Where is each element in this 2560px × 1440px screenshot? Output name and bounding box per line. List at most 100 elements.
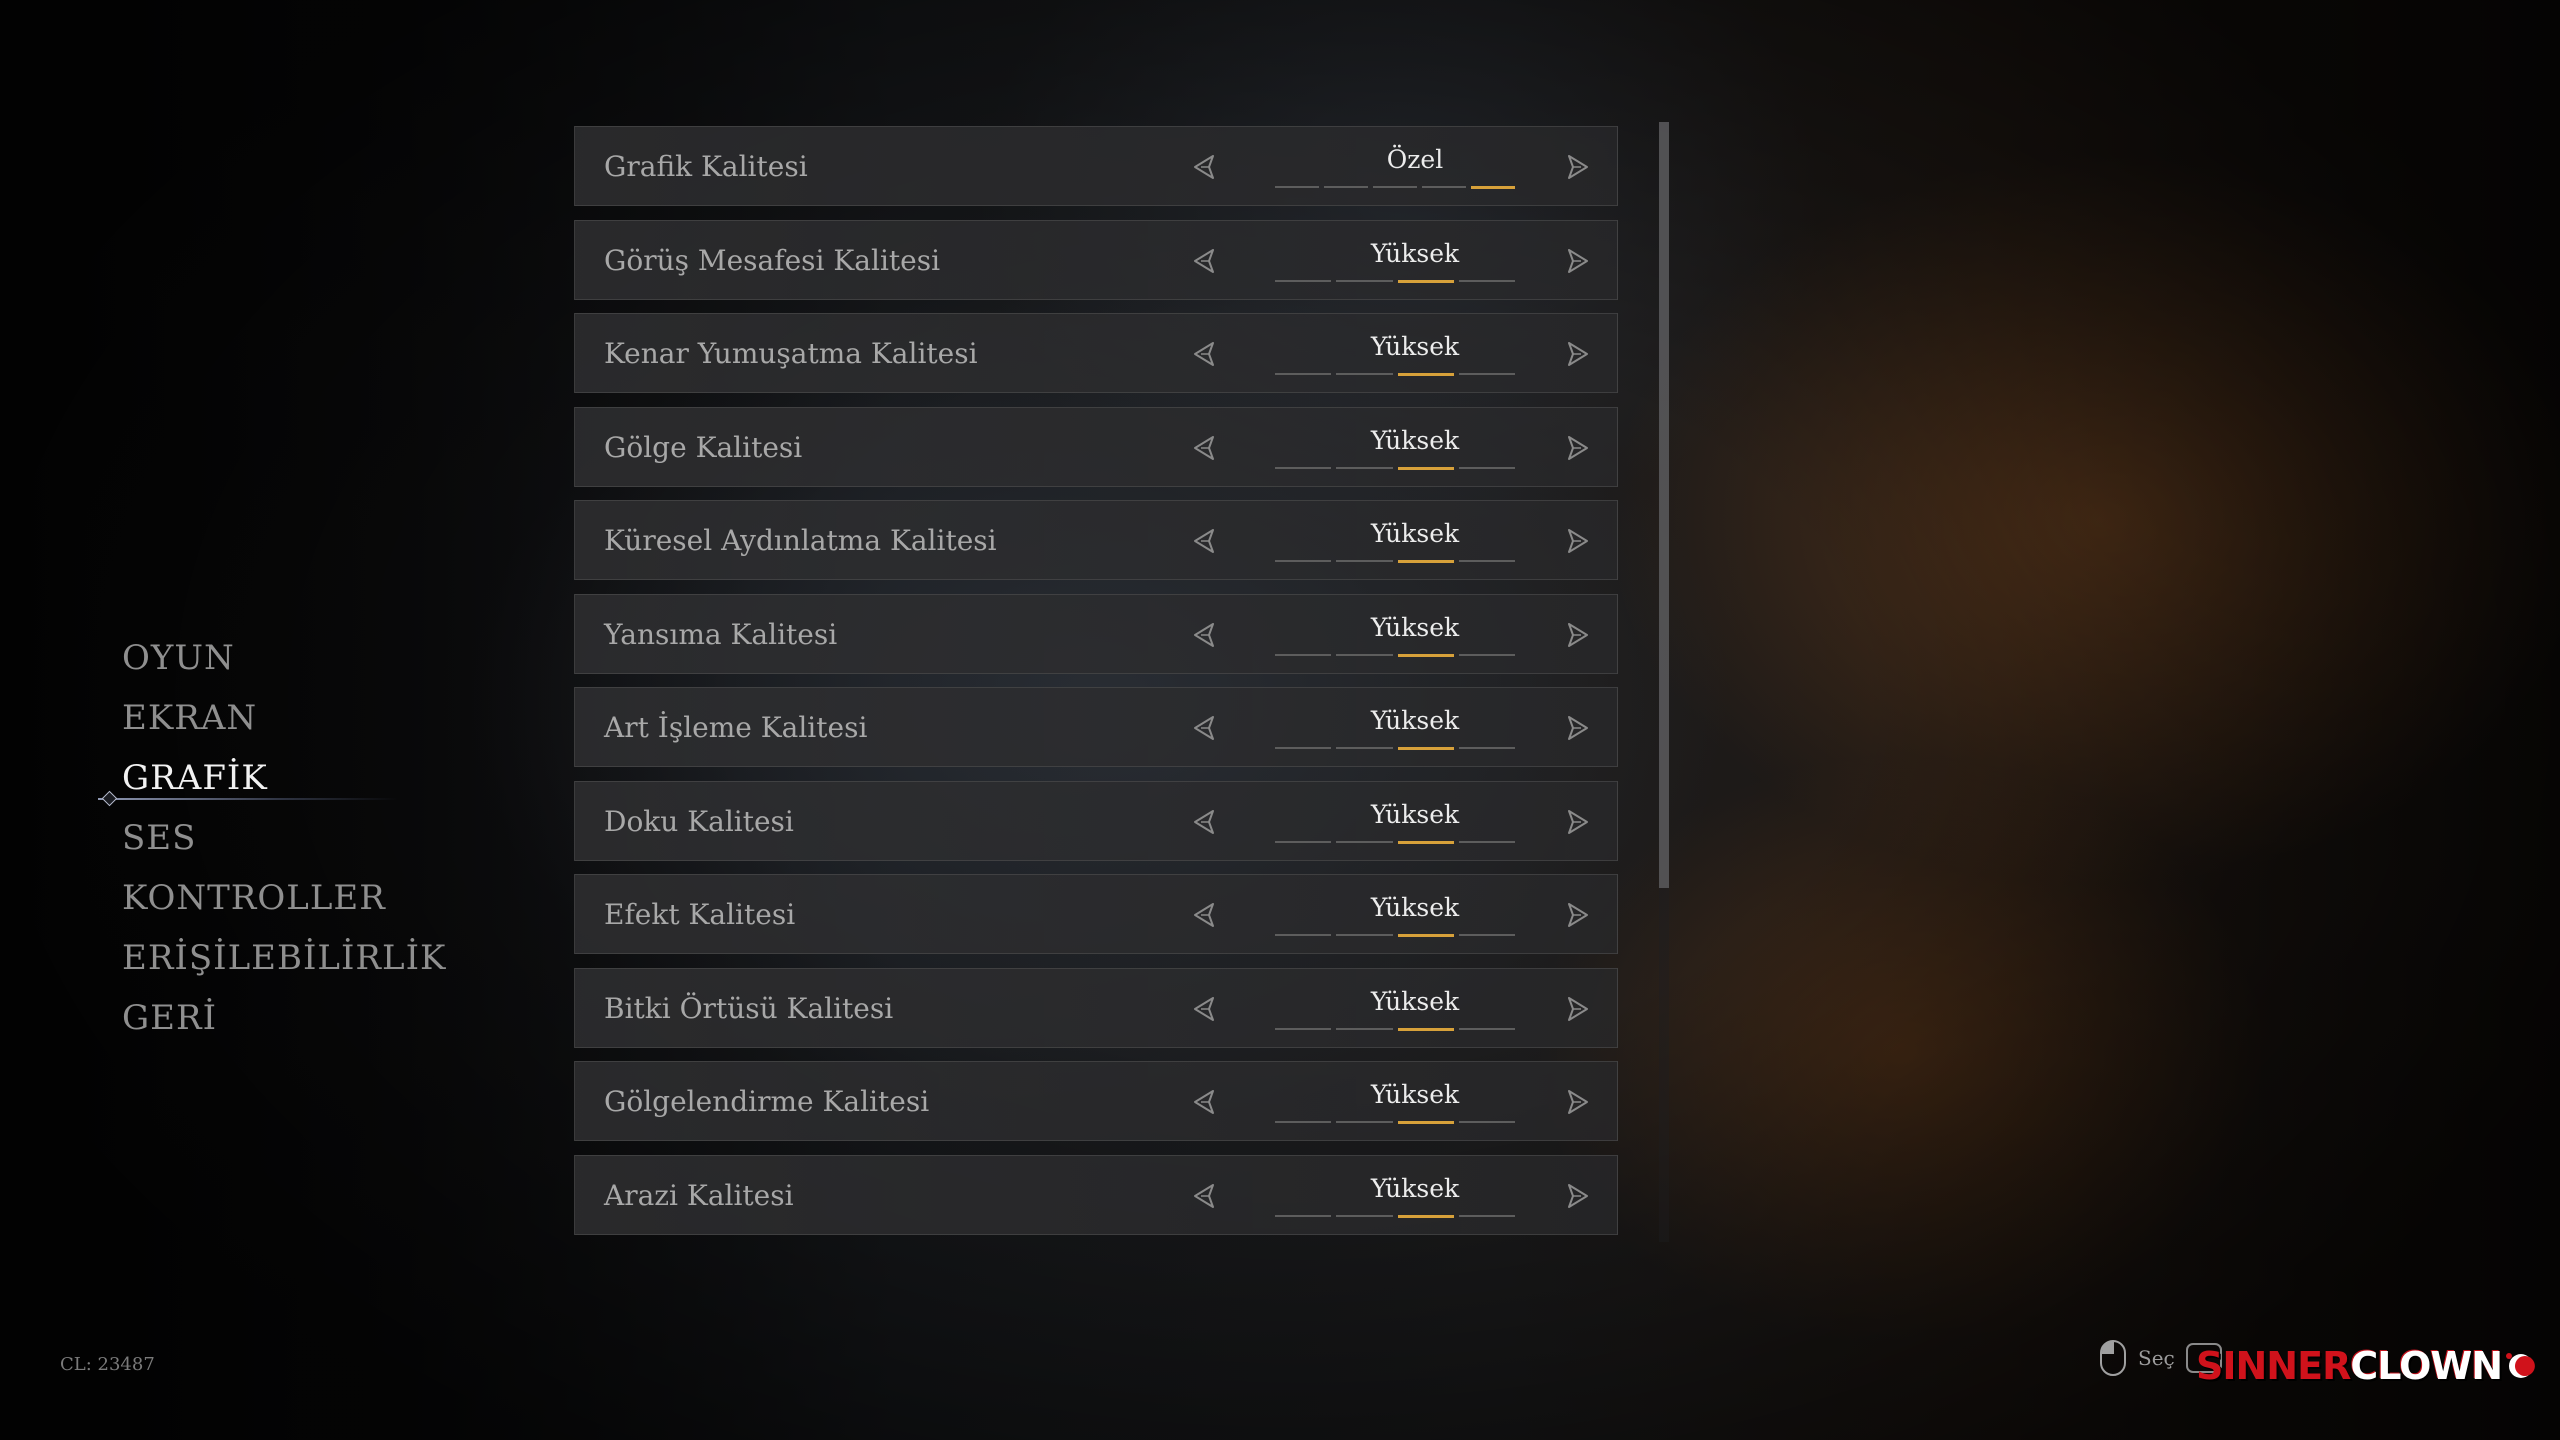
level-segment (1324, 186, 1368, 188)
level-segment (1275, 1121, 1332, 1123)
setting-label: Gölgelendirme Kalitesi (604, 1085, 930, 1118)
level-segment (1397, 560, 1454, 563)
chevron-right-icon[interactable] (1559, 431, 1593, 465)
graphics-settings-list: Grafik Kalitesi Özel Görüş Mesafesi Kalite… (574, 126, 1618, 1248)
setting-label: Doku Kalitesi (604, 804, 794, 838)
level-segment (1336, 279, 1393, 282)
chevron-right-icon[interactable] (1559, 1179, 1593, 1213)
chevron-left-icon[interactable] (1189, 244, 1223, 278)
watermark-logo: SINNER CLOWN (2196, 1330, 2536, 1402)
setting-row[interactable]: Efekt Kalitesi Yüksek (574, 874, 1618, 954)
level-segment (1275, 653, 1332, 656)
level-segment (1397, 279, 1454, 283)
level-segment (1397, 1027, 1454, 1031)
chevron-left-icon[interactable] (1189, 618, 1223, 652)
level-segment (1275, 747, 1332, 749)
chevron-right-icon[interactable] (1559, 1085, 1593, 1119)
setting-level-indicator (1275, 747, 1515, 750)
setting-row[interactable]: Art İşleme Kalitesi Yüksek (574, 687, 1618, 767)
setting-row[interactable]: Doku Kalitesi Yüksek (574, 780, 1618, 861)
setting-row[interactable]: Gölge Kalitesi Yüksek (574, 406, 1618, 487)
chevron-right-icon[interactable] (1559, 150, 1593, 184)
chevron-right-icon[interactable] (1559, 711, 1593, 745)
chevron-left-icon[interactable] (1189, 524, 1223, 558)
level-segment (1458, 1121, 1515, 1123)
nav-item-erisilebilirlik[interactable]: ERİŞİLEBİLİRLİK (122, 928, 482, 988)
chevron-left-icon[interactable] (1189, 711, 1223, 745)
setting-row[interactable]: Gölgelendirme Kalitesi Yüksek (574, 1061, 1618, 1141)
setting-row[interactable]: Arazi Kalitesi Yüksek (574, 1154, 1618, 1235)
level-segment (1336, 1027, 1393, 1030)
nav-item-kontroller[interactable]: KONTROLLER (122, 868, 482, 928)
level-segment (1397, 934, 1454, 937)
setting-label: Küresel Aydınlatma Kalitesi (604, 524, 997, 557)
chevron-right-icon[interactable] (1559, 805, 1593, 839)
nav-item-ekran[interactable]: EKRAN (122, 688, 482, 748)
level-segment (1397, 747, 1454, 750)
setting-level-indicator (1275, 840, 1515, 844)
setting-value: Yüksek (1370, 1080, 1460, 1109)
logo-crescent-icon (2506, 1353, 2536, 1378)
level-segment (1397, 1214, 1454, 1218)
setting-value: Özel (1386, 145, 1444, 174)
level-segment (1336, 747, 1393, 749)
settings-nav: OYUN EKRAN GRAFİK SES KONTROLLER ERİŞİLE… (98, 628, 482, 1048)
chevron-right-icon[interactable] (1559, 244, 1593, 278)
level-segment (1275, 186, 1319, 188)
level-segment (1397, 653, 1454, 657)
chevron-right-icon[interactable] (1559, 337, 1593, 371)
chevron-left-icon[interactable] (1189, 431, 1223, 465)
nav-item-geri[interactable]: GERİ (122, 988, 482, 1048)
setting-level-indicator (1275, 560, 1515, 563)
chevron-left-icon[interactable] (1189, 150, 1223, 184)
setting-row[interactable]: Kenar Yumuşatma Kalitesi Yüksek (574, 313, 1618, 393)
setting-value: Yüksek (1370, 986, 1460, 1016)
chevron-right-icon[interactable] (1559, 992, 1593, 1026)
setting-row[interactable]: Yansıma Kalitesi Yüksek (574, 593, 1618, 674)
level-segment (1458, 560, 1515, 562)
setting-row[interactable]: Bitki Örtüsü Kalitesi Yüksek (574, 967, 1618, 1048)
setting-label: Gölge Kalitesi (604, 430, 803, 464)
chevron-right-icon[interactable] (1559, 898, 1593, 932)
scrollbar-thumb[interactable] (1659, 122, 1669, 888)
chevron-left-icon[interactable] (1189, 898, 1223, 932)
nav-item-ses[interactable]: SES (122, 808, 482, 868)
chevron-right-icon[interactable] (1559, 524, 1593, 558)
level-segment (1458, 840, 1515, 843)
level-segment (1458, 934, 1515, 936)
setting-value: Yüksek (1370, 332, 1460, 361)
level-segment (1458, 466, 1515, 469)
setting-level-indicator (1275, 466, 1515, 470)
level-segment (1275, 1027, 1332, 1030)
chevron-left-icon[interactable] (1189, 805, 1223, 839)
setting-row[interactable]: Grafik Kalitesi Özel (574, 126, 1618, 206)
nav-item-oyun[interactable]: OYUN (122, 628, 482, 688)
setting-level-indicator (1275, 1027, 1515, 1031)
chevron-right-icon[interactable] (1559, 618, 1593, 652)
level-segment (1336, 840, 1393, 843)
chevron-left-icon[interactable] (1189, 992, 1223, 1026)
chevron-left-icon[interactable] (1189, 1179, 1223, 1213)
setting-row[interactable]: Küresel Aydınlatma Kalitesi Yüksek (574, 500, 1618, 580)
level-segment (1275, 279, 1332, 282)
logo-text-sinner: SINNER (2196, 1344, 2351, 1388)
level-segment (1458, 747, 1515, 749)
setting-label: Görüş Mesafesi Kalitesi (604, 243, 941, 277)
setting-value: Yüksek (1370, 519, 1460, 548)
level-segment (1336, 934, 1393, 936)
setting-row[interactable]: Görüş Mesafesi Kalitesi Yüksek (574, 219, 1618, 300)
level-segment (1275, 1214, 1332, 1217)
active-nav-diamond-icon (101, 790, 118, 807)
chevron-left-icon[interactable] (1189, 337, 1223, 371)
setting-level-indicator (1275, 186, 1515, 189)
setting-label: Efekt Kalitesi (604, 898, 796, 931)
level-segment (1275, 560, 1332, 562)
setting-value: Yüksek (1370, 238, 1460, 268)
logo-text-clown: CLOWN (2350, 1344, 2503, 1388)
setting-label: Bitki Örtüsü Kalitesi (604, 991, 894, 1025)
level-segment (1422, 186, 1466, 188)
setting-value: Yüksek (1370, 612, 1460, 642)
setting-level-indicator (1275, 653, 1515, 657)
chevron-left-icon[interactable] (1189, 1085, 1223, 1119)
level-segment (1397, 466, 1454, 470)
